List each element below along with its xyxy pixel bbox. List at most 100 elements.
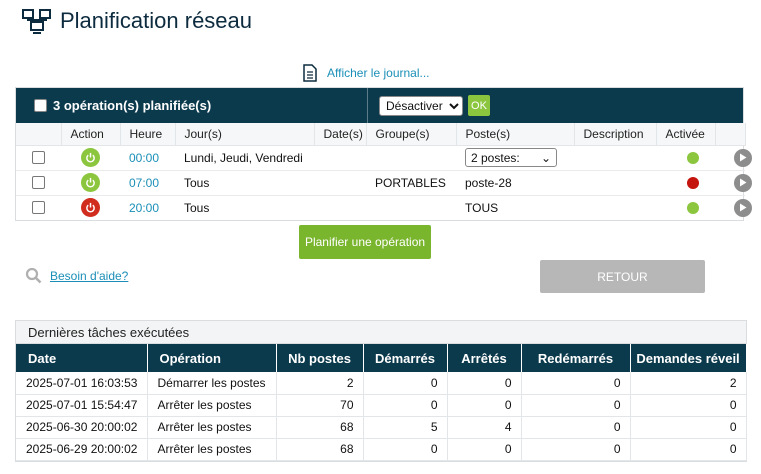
operation-row: 20:00 Tous TOUS xyxy=(16,195,752,220)
power-off-icon[interactable] xyxy=(81,198,100,218)
row-hour[interactable]: 07:00 xyxy=(120,170,175,196)
operations-columns: Action Heure Jour(s) Date(s) Groupe(s) P… xyxy=(16,123,746,146)
task-restarted: 0 xyxy=(521,416,631,439)
task-nb-postes: 68 xyxy=(276,416,364,439)
operations-header: 3 opération(s) planifiée(s) Désactiver O… xyxy=(16,88,743,123)
help-link-wrap: Besoin d'aide? xyxy=(25,267,128,284)
row-postes: TOUS xyxy=(465,200,499,215)
task-date: 2025-06-30 20:00:02 xyxy=(16,416,148,439)
row-days: Tous xyxy=(184,200,210,215)
col-dates: Date(s) xyxy=(314,123,367,146)
row-hour[interactable]: 20:00 xyxy=(120,195,175,220)
task-operation: Arrêter les postes xyxy=(147,416,277,439)
task-started: 0 xyxy=(363,372,448,395)
network-icon xyxy=(22,9,51,34)
task-nb-postes: 68 xyxy=(276,438,364,461)
power-on-icon[interactable] xyxy=(81,148,100,167)
row-description xyxy=(574,195,656,220)
task-restarted: 0 xyxy=(521,438,631,461)
task-wake-requests: 0 xyxy=(630,394,747,417)
task-started: 0 xyxy=(363,438,448,461)
task-stopped: 0 xyxy=(447,438,522,461)
task-started: 0 xyxy=(363,394,448,417)
operation-row: 00:00 Lundi, Jeudi, Vendredi 2 postes: ⌄ xyxy=(16,145,752,171)
run-icon[interactable] xyxy=(734,198,752,217)
row-dates xyxy=(314,195,366,220)
task-stopped: 4 xyxy=(447,416,522,439)
task-started: 5 xyxy=(363,416,448,439)
select-all-checkbox[interactable] xyxy=(34,99,47,112)
col-select xyxy=(16,123,62,146)
journal-link[interactable]: Afficher le journal... xyxy=(327,66,430,80)
row-checkbox[interactable] xyxy=(32,201,45,215)
row-checkbox[interactable] xyxy=(32,176,45,189)
journal-link-wrap: Afficher le journal... xyxy=(303,64,430,82)
page-header: Planification réseau xyxy=(22,8,252,34)
task-restarted: 0 xyxy=(521,372,631,395)
task-wake-requests: 0 xyxy=(630,438,747,461)
last-tasks-panel: Dernières tâches exécutées Date Opératio… xyxy=(15,320,747,462)
row-days: Lundi, Jeudi, Vendredi xyxy=(175,145,314,171)
row-postes: poste-28 xyxy=(456,170,574,196)
task-date: 2025-07-01 15:54:47 xyxy=(16,394,148,417)
last-tasks-grid: Date Opération Nb postes Démarrés Arrêté… xyxy=(16,344,747,461)
row-hour[interactable]: 00:00 xyxy=(120,145,175,171)
postes-select-value: 2 postes: xyxy=(471,150,520,165)
inactive-status-icon[interactable] xyxy=(687,176,699,189)
power-on-icon[interactable] xyxy=(81,173,100,192)
task-wake-requests: 2 xyxy=(630,372,747,395)
row-checkbox[interactable] xyxy=(32,151,45,164)
postes-select[interactable]: 2 postes: ⌄ xyxy=(465,148,557,167)
task-nb-postes: 70 xyxy=(276,394,364,417)
col-description: Description xyxy=(574,123,657,146)
operation-row: 07:00 Tous PORTABLES poste-28 xyxy=(16,170,752,196)
col-days: Jour(s) xyxy=(175,123,315,146)
active-status-icon[interactable] xyxy=(687,151,699,164)
row-days: Tous xyxy=(175,170,314,196)
back-button[interactable]: RETOUR xyxy=(540,260,705,293)
run-icon[interactable] xyxy=(734,148,752,167)
ok-button[interactable]: OK xyxy=(468,95,490,116)
col-hour: Heure xyxy=(120,123,176,146)
col-operation: Opération xyxy=(147,344,277,372)
operations-panel: 3 opération(s) planifiée(s) Désactiver O… xyxy=(15,87,752,221)
task-wake-requests: 0 xyxy=(630,416,747,439)
help-link[interactable]: Besoin d'aide? xyxy=(50,269,128,283)
col-started: Démarrés xyxy=(363,344,448,372)
operations-count: 3 opération(s) planifiée(s) xyxy=(53,98,212,113)
task-operation: Arrêter les postes xyxy=(147,438,277,461)
row-groups xyxy=(366,195,456,220)
row-groups: PORTABLES xyxy=(366,170,456,196)
task-operation: Démarrer les postes xyxy=(147,372,277,395)
run-icon[interactable] xyxy=(734,173,752,192)
task-stopped: 0 xyxy=(447,372,522,395)
magnifier-icon xyxy=(25,267,42,284)
col-action: Action xyxy=(61,123,121,146)
row-dates xyxy=(314,145,366,171)
task-nb-postes: 2 xyxy=(276,372,364,395)
tasks-columns: Date Opération Nb postes Démarrés Arrêté… xyxy=(16,344,747,372)
row-dates xyxy=(314,170,366,196)
task-stopped: 0 xyxy=(447,394,522,417)
bulk-action-select[interactable]: Désactiver xyxy=(379,96,463,116)
col-nb-postes: Nb postes xyxy=(276,344,364,372)
chevron-down-icon: ⌄ xyxy=(540,150,551,165)
task-restarted: 0 xyxy=(521,394,631,417)
plan-operation-button[interactable]: Planifier une opération xyxy=(299,225,431,259)
last-tasks-caption: Dernières tâches exécutées xyxy=(16,321,746,344)
task-row: 2025-07-01 16:03:53 Démarrer les postes … xyxy=(16,372,747,395)
col-run xyxy=(715,123,746,146)
header-divider xyxy=(367,88,368,123)
col-wake-requests: Demandes réveil xyxy=(630,344,747,372)
col-postes: Poste(s) xyxy=(456,123,575,146)
active-status-icon[interactable] xyxy=(687,201,699,214)
col-groups: Groupe(s) xyxy=(366,123,457,146)
col-active: Activée xyxy=(656,123,716,146)
document-icon xyxy=(303,64,317,82)
col-date: Date xyxy=(16,344,148,372)
operations-grid: Action Heure Jour(s) Date(s) Groupe(s) P… xyxy=(16,123,752,220)
task-date: 2025-06-29 20:00:02 xyxy=(16,438,148,461)
row-groups xyxy=(366,145,456,171)
col-restarted: Redémarrés xyxy=(521,344,631,372)
row-description xyxy=(574,170,656,196)
